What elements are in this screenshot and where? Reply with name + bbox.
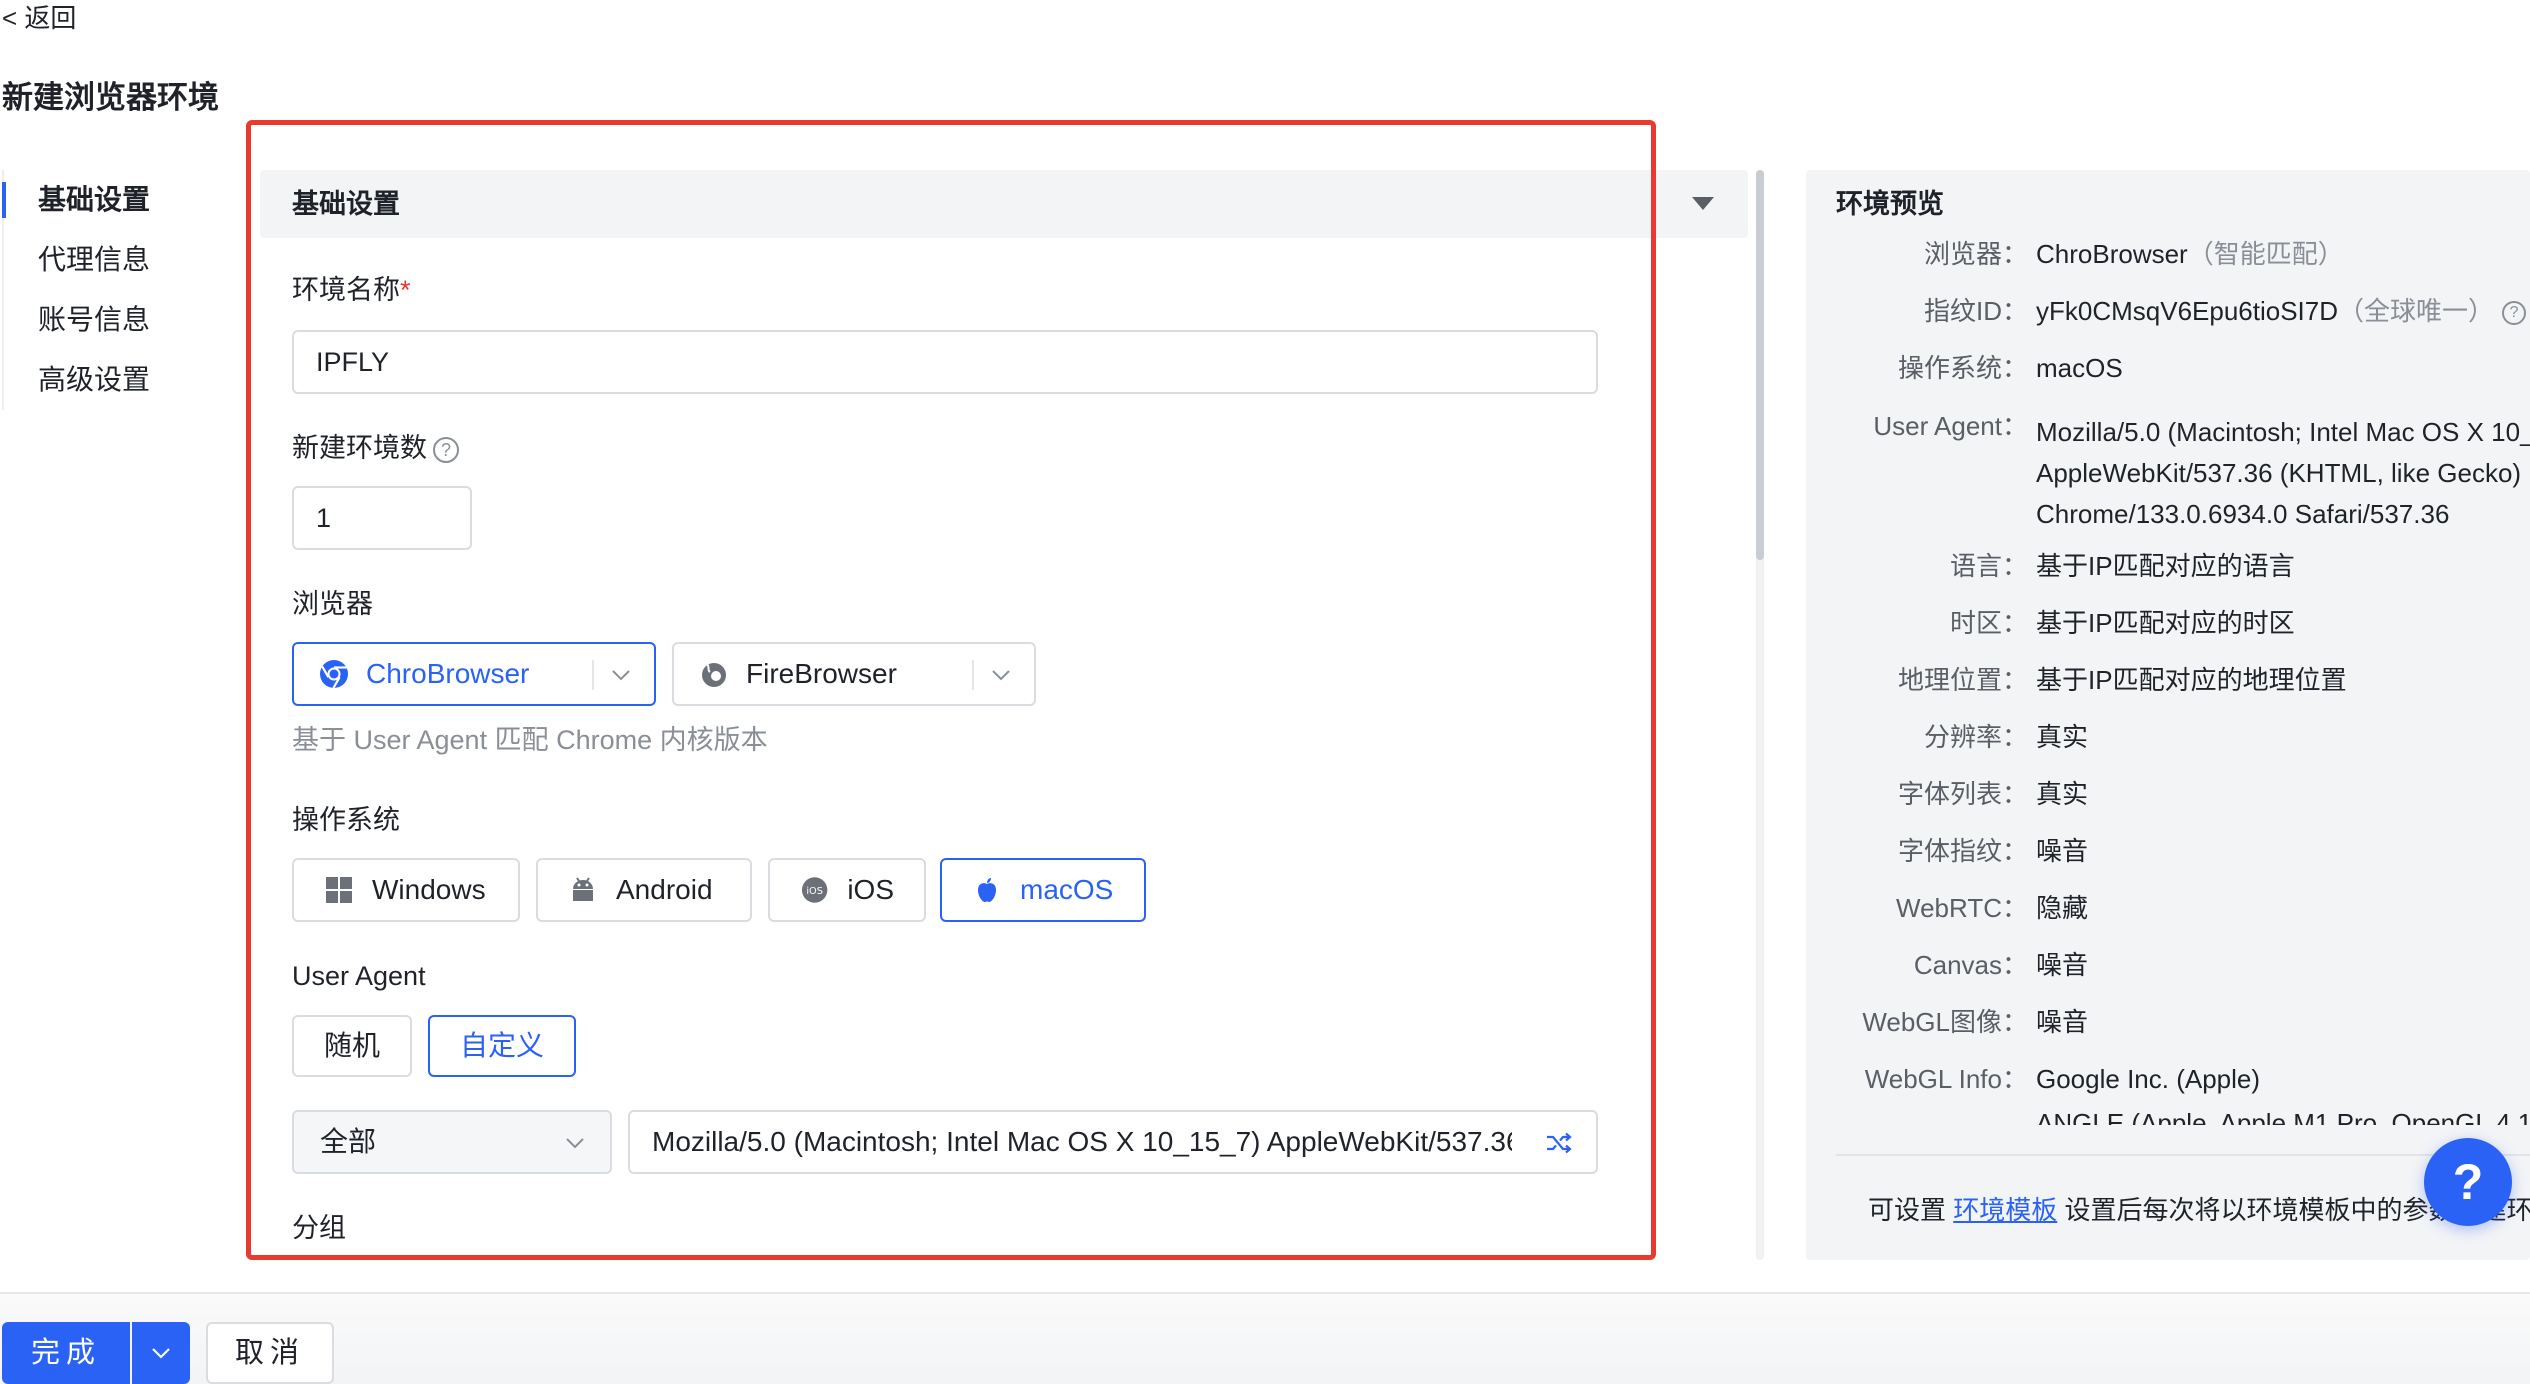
preview-value: macOS (2036, 353, 2123, 383)
preview-value: Google Inc. (Apple) (2036, 1064, 2261, 1094)
preview-footer-prefix: 可设置 (1868, 1195, 1954, 1225)
preview-value: 基于IP匹配对应的语言 (2036, 551, 2295, 581)
scrollbar-thumb[interactable] (1756, 170, 1764, 560)
preview-key: 时区： (1949, 608, 2028, 638)
preview-key: WebRTC： (1896, 893, 2028, 923)
preview-key: 字体指纹： (1897, 836, 2028, 866)
sidenav-item-advanced[interactable]: 高级设置 (0, 350, 200, 410)
bottom-action-bar (0, 1294, 2530, 1384)
preview-ua-value: Mozilla/5.0 (Macintosh; Intel Mac OS X 1… (2036, 412, 2530, 535)
preview-value: 隐藏 (2036, 893, 2089, 923)
preview-key: 分辨率： (1923, 722, 2028, 752)
preview-key: Canvas： (1913, 950, 2028, 980)
preview-value: yFk0CMsqV6Epu6tioSI7D (2036, 296, 2339, 326)
preview-note: （全球唯一） (2338, 296, 2495, 326)
sidenav-item-basic[interactable]: 基础设置 (0, 170, 200, 230)
preview-value: 基于IP匹配对应的地理位置 (2036, 665, 2347, 695)
sidenav-item-account[interactable]: 账号信息 (0, 290, 200, 350)
help-circle-icon[interactable]: ? (2502, 301, 2527, 326)
cancel-button[interactable]: 取消 (206, 1322, 334, 1384)
page-title: 新建浏览器环境 (2, 80, 219, 115)
preview-key: WebGL图像： (1862, 1007, 2028, 1037)
highlight-frame (246, 120, 1656, 1260)
env-preview-panel: 环境预览 浏览器： ChroBrowser（智能匹配） 指纹ID： yFk0CM… (1806, 170, 2530, 1260)
preview-row-webgl-info-cont: ANGLE (Apple, Apple M1 Pro, OpenGL 4.1) (1806, 1103, 2530, 1125)
preview-key: 浏览器： (1923, 239, 2028, 269)
preview-key: 指纹ID： (1923, 296, 2028, 326)
preview-key: 操作系统： (1897, 353, 2028, 383)
preview-title: 环境预览 (1836, 189, 1944, 219)
chevron-down-icon (152, 1348, 170, 1359)
preview-ua-line: Mozilla/5.0 (Macintosh; Intel Mac OS X 1… (2036, 417, 2530, 447)
preview-value: 真实 (2036, 779, 2089, 809)
preview-key: WebGL Info： (1864, 1064, 2028, 1094)
done-dropdown-button[interactable] (132, 1322, 190, 1384)
preview-key: 字体列表： (1897, 779, 2028, 809)
help-fab-button[interactable]: ? (2424, 1138, 2512, 1226)
preview-key: 地理位置： (1897, 665, 2028, 695)
sidenav: 基础设置 代理信息 账号信息 高级设置 (0, 170, 200, 410)
env-template-link[interactable]: 环境模板 (1953, 1195, 2057, 1225)
preview-value: 噪音 (2036, 1007, 2089, 1037)
done-button[interactable]: 完成 (2, 1322, 130, 1384)
preview-value: 噪音 (2036, 836, 2089, 866)
back-link[interactable]: < 返回 (2, 0, 76, 36)
preview-ua-line: Chrome/133.0.6934.0 Safari/537.36 (2036, 499, 2450, 529)
preview-note: （智能匹配） (2187, 239, 2344, 269)
preview-value: ChroBrowser (2036, 239, 2188, 269)
preview-value: ANGLE (Apple, Apple M1 Pro, OpenGL 4.1) (2036, 1108, 2530, 1125)
sidenav-item-proxy[interactable]: 代理信息 (0, 230, 200, 290)
collapse-caret-icon[interactable] (1692, 197, 1714, 210)
preview-key: User Agent： (1873, 411, 2028, 441)
preview-value: 真实 (2036, 722, 2089, 752)
preview-key: 语言： (1949, 551, 2028, 581)
preview-value: 噪音 (2036, 950, 2089, 980)
preview-divider (1836, 1154, 2530, 1156)
preview-value: 基于IP匹配对应的时区 (2036, 608, 2295, 638)
preview-ua-line: AppleWebKit/537.36 (KHTML, like Gecko) (2036, 458, 2522, 488)
